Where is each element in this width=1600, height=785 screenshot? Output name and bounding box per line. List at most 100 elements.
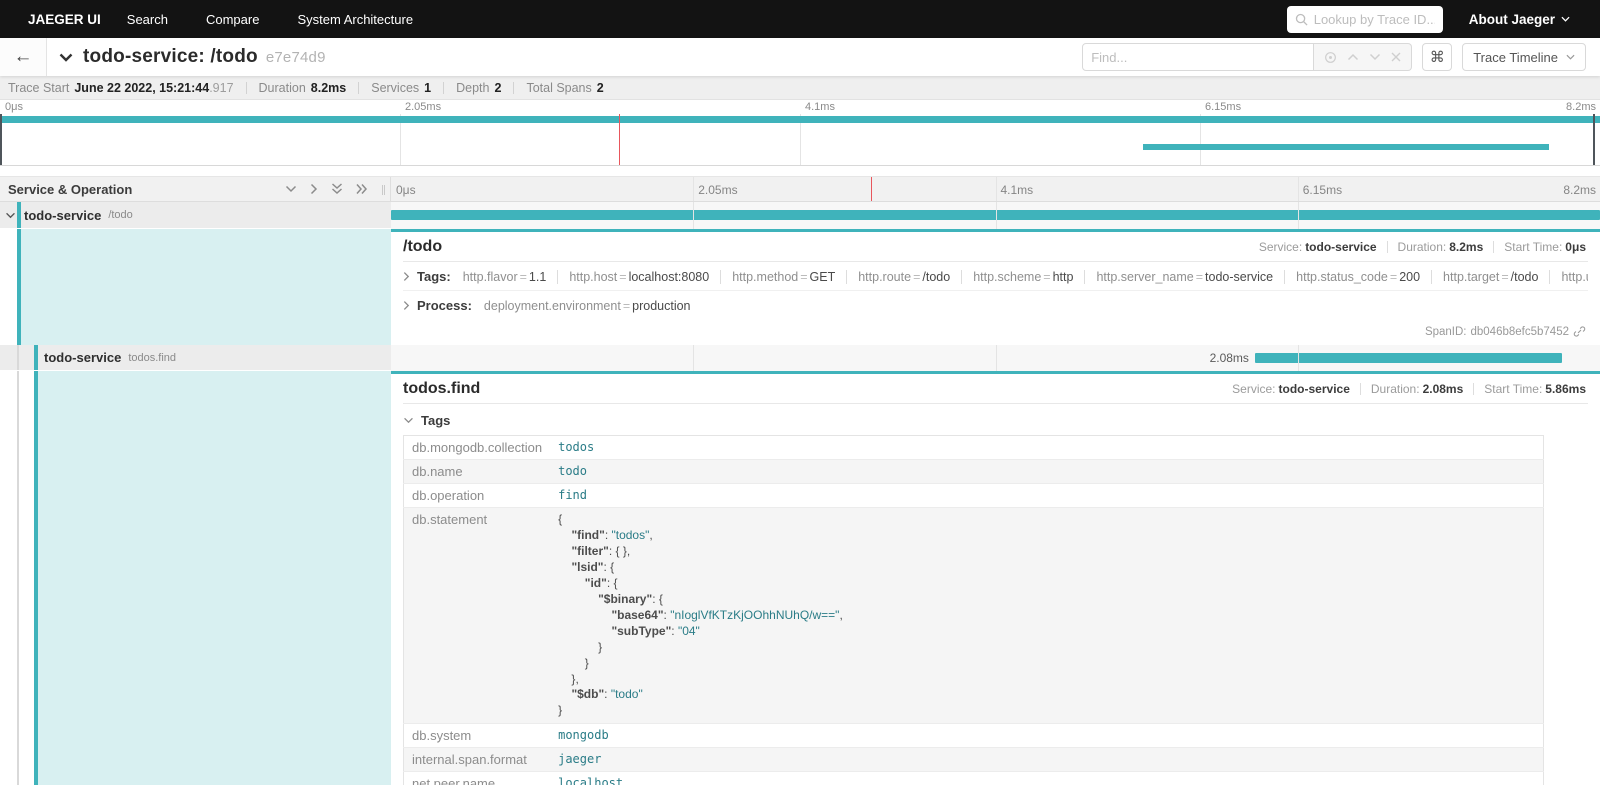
column-resizer[interactable] [382, 185, 387, 195]
service-name: todo-service [44, 350, 121, 365]
minimap-tick-labels: 0μs 2.05ms 4.1ms 6.15ms 8.2ms [0, 100, 1600, 114]
service-name: todo-service [24, 208, 101, 223]
collapse-all-icon[interactable] [331, 183, 343, 195]
minimap-right-scrubber[interactable] [1593, 114, 1595, 165]
span-row-todo[interactable]: todo-service /todo [0, 202, 1600, 229]
focus-match-icon[interactable] [1324, 51, 1337, 64]
tag-value: find [550, 484, 1543, 508]
tick-label: 2.05ms [405, 101, 441, 113]
tick-label: 0μs [5, 101, 23, 113]
about-jaeger-menu[interactable]: About Jaeger [1469, 12, 1570, 27]
span-bar-cell[interactable] [391, 202, 1600, 229]
tick-label: 0μs [396, 183, 416, 197]
jaeger-logo[interactable]: JAEGER UI [28, 12, 101, 27]
process-summary-pills: deployment.environment=production [482, 299, 702, 313]
chevron-down-icon [1566, 54, 1575, 60]
span-id-value: db046b8efc5b7452 [1471, 326, 1570, 338]
tag-key: db.name [404, 460, 551, 484]
timeline-header: Service & Operation 0μs 2.05ms 4.1ms 6.15ms… [0, 176, 1600, 202]
span-name-cell[interactable]: todo-service /todo [0, 202, 391, 229]
summary-item: Services1 [371, 81, 431, 95]
tag-key: db.operation [404, 484, 551, 508]
span-detail-todo: /todo Service:todo-service Duration:8.2m… [0, 229, 1600, 345]
span-bar-cell[interactable]: 2.08ms [391, 345, 1600, 371]
chevron-down-icon [403, 417, 414, 424]
link-icon[interactable] [1573, 325, 1586, 338]
span-operation-title: /todo [403, 238, 442, 256]
tags-accordion[interactable]: Tags: http.flavor=1.1http.host=localhost… [403, 262, 1588, 291]
tag-pill: http.route=/todo [846, 270, 961, 284]
tick-label: 8.2ms [1563, 183, 1596, 197]
tags-section-toggle[interactable]: Tags [403, 404, 1588, 435]
trace-view-select[interactable]: Trace Timeline [1462, 43, 1586, 71]
tick-label: 4.1ms [1001, 183, 1034, 197]
trace-id-lookup[interactable] [1287, 6, 1443, 33]
summary-item: Trace StartJune 22 2022, 15:21:44.917 [8, 81, 234, 95]
minimap-cursor-guide [619, 114, 620, 165]
collapse-children-icon[interactable] [2, 212, 18, 219]
tag-row: internal.span.formatjaeger [404, 748, 1544, 772]
span-detail-header[interactable]: /todo Service:todo-service Duration:8.2m… [403, 238, 1588, 262]
jaeger-trace-page: JAEGER UI Search Compare System Architectu… [0, 0, 1600, 785]
next-match-icon[interactable] [1369, 53, 1381, 61]
find-group [1082, 43, 1412, 71]
operation-name: todos.find [128, 352, 176, 364]
clear-find-icon[interactable] [1391, 52, 1401, 62]
minimap-left-scrubber[interactable] [0, 114, 2, 165]
trace-id-lookup-input[interactable] [1314, 12, 1435, 27]
minimap-canvas[interactable] [0, 114, 1600, 166]
span-name-cell[interactable]: todo-service todos.find [0, 345, 391, 371]
tag-row: db.statement{ "find": "todos", "filter":… [404, 508, 1544, 724]
minimap-span-bar [0, 116, 1600, 123]
tag-value: jaeger [550, 748, 1543, 772]
tag-pill: http.flavor=1.1 [461, 270, 558, 284]
span-detail-header[interactable]: todos.find Service:todo-service Duration… [403, 380, 1588, 404]
span-operation-title: todos.find [403, 380, 480, 398]
indent-guide [17, 345, 19, 370]
tick-label: 4.1ms [805, 101, 835, 113]
nav-item-search[interactable]: Search [127, 12, 168, 27]
span-row-todos-find[interactable]: todo-service todos.find 2.08ms [0, 345, 1600, 371]
service-color-bar [34, 345, 38, 370]
tag-pill: http.host=localhost:8080 [557, 270, 720, 284]
tag-pill: deployment.environment=production [482, 299, 702, 313]
span-duration-bar[interactable] [1255, 353, 1562, 363]
service-operation-header: Service & Operation [8, 182, 132, 197]
tag-key: db.statement [404, 508, 551, 724]
process-accordion[interactable]: Process: deployment.environment=producti… [403, 291, 1588, 319]
nav-item-system-architecture[interactable]: System Architecture [297, 12, 413, 27]
tag-value: todo [550, 460, 1543, 484]
expand-all-icon[interactable] [356, 183, 368, 195]
top-nav: JAEGER UI Search Compare System Architectu… [0, 0, 1600, 38]
back-button[interactable]: ← [0, 38, 47, 76]
tag-pill: http.status_code=200 [1284, 270, 1431, 284]
span-id-row: SpanID: db046b8efc5b7452 [403, 319, 1588, 342]
summary-item: Duration8.2ms [259, 81, 347, 95]
keyboard-shortcuts-button[interactable]: ⌘ [1422, 43, 1452, 71]
chevron-right-icon [403, 271, 410, 282]
tick-label: 6.15ms [1303, 183, 1342, 197]
tag-pill: http.user_agent=M… [1549, 270, 1588, 284]
collapse-one-icon[interactable] [285, 185, 297, 193]
find-input[interactable] [1082, 43, 1314, 71]
tick-label: 6.15ms [1205, 101, 1241, 113]
tag-value: localhost [550, 772, 1543, 785]
summary-item: Total Spans2 [526, 81, 603, 95]
tag-value: todos [550, 436, 1543, 460]
chevron-right-icon [403, 300, 410, 311]
expand-one-icon[interactable] [310, 183, 318, 195]
indent-guide [17, 371, 19, 785]
trace-collapse-toggle[interactable] [59, 53, 73, 62]
back-arrow-icon: ← [14, 46, 33, 68]
nav-item-compare[interactable]: Compare [206, 12, 259, 27]
find-controls [1314, 43, 1412, 71]
tag-row: db.nametodo [404, 460, 1544, 484]
tag-key: db.mongodb.collection [404, 436, 551, 460]
tags-key-value-table: db.mongodb.collectiontodosdb.nametododb.… [403, 435, 1544, 785]
chevron-down-icon [1561, 16, 1570, 22]
tick-label: 2.05ms [698, 183, 737, 197]
tag-pill: http.scheme=http [961, 270, 1084, 284]
span-duration-label: 2.08ms [1210, 351, 1255, 365]
tick-label: 8.2ms [1566, 101, 1596, 113]
prev-match-icon[interactable] [1347, 53, 1359, 61]
